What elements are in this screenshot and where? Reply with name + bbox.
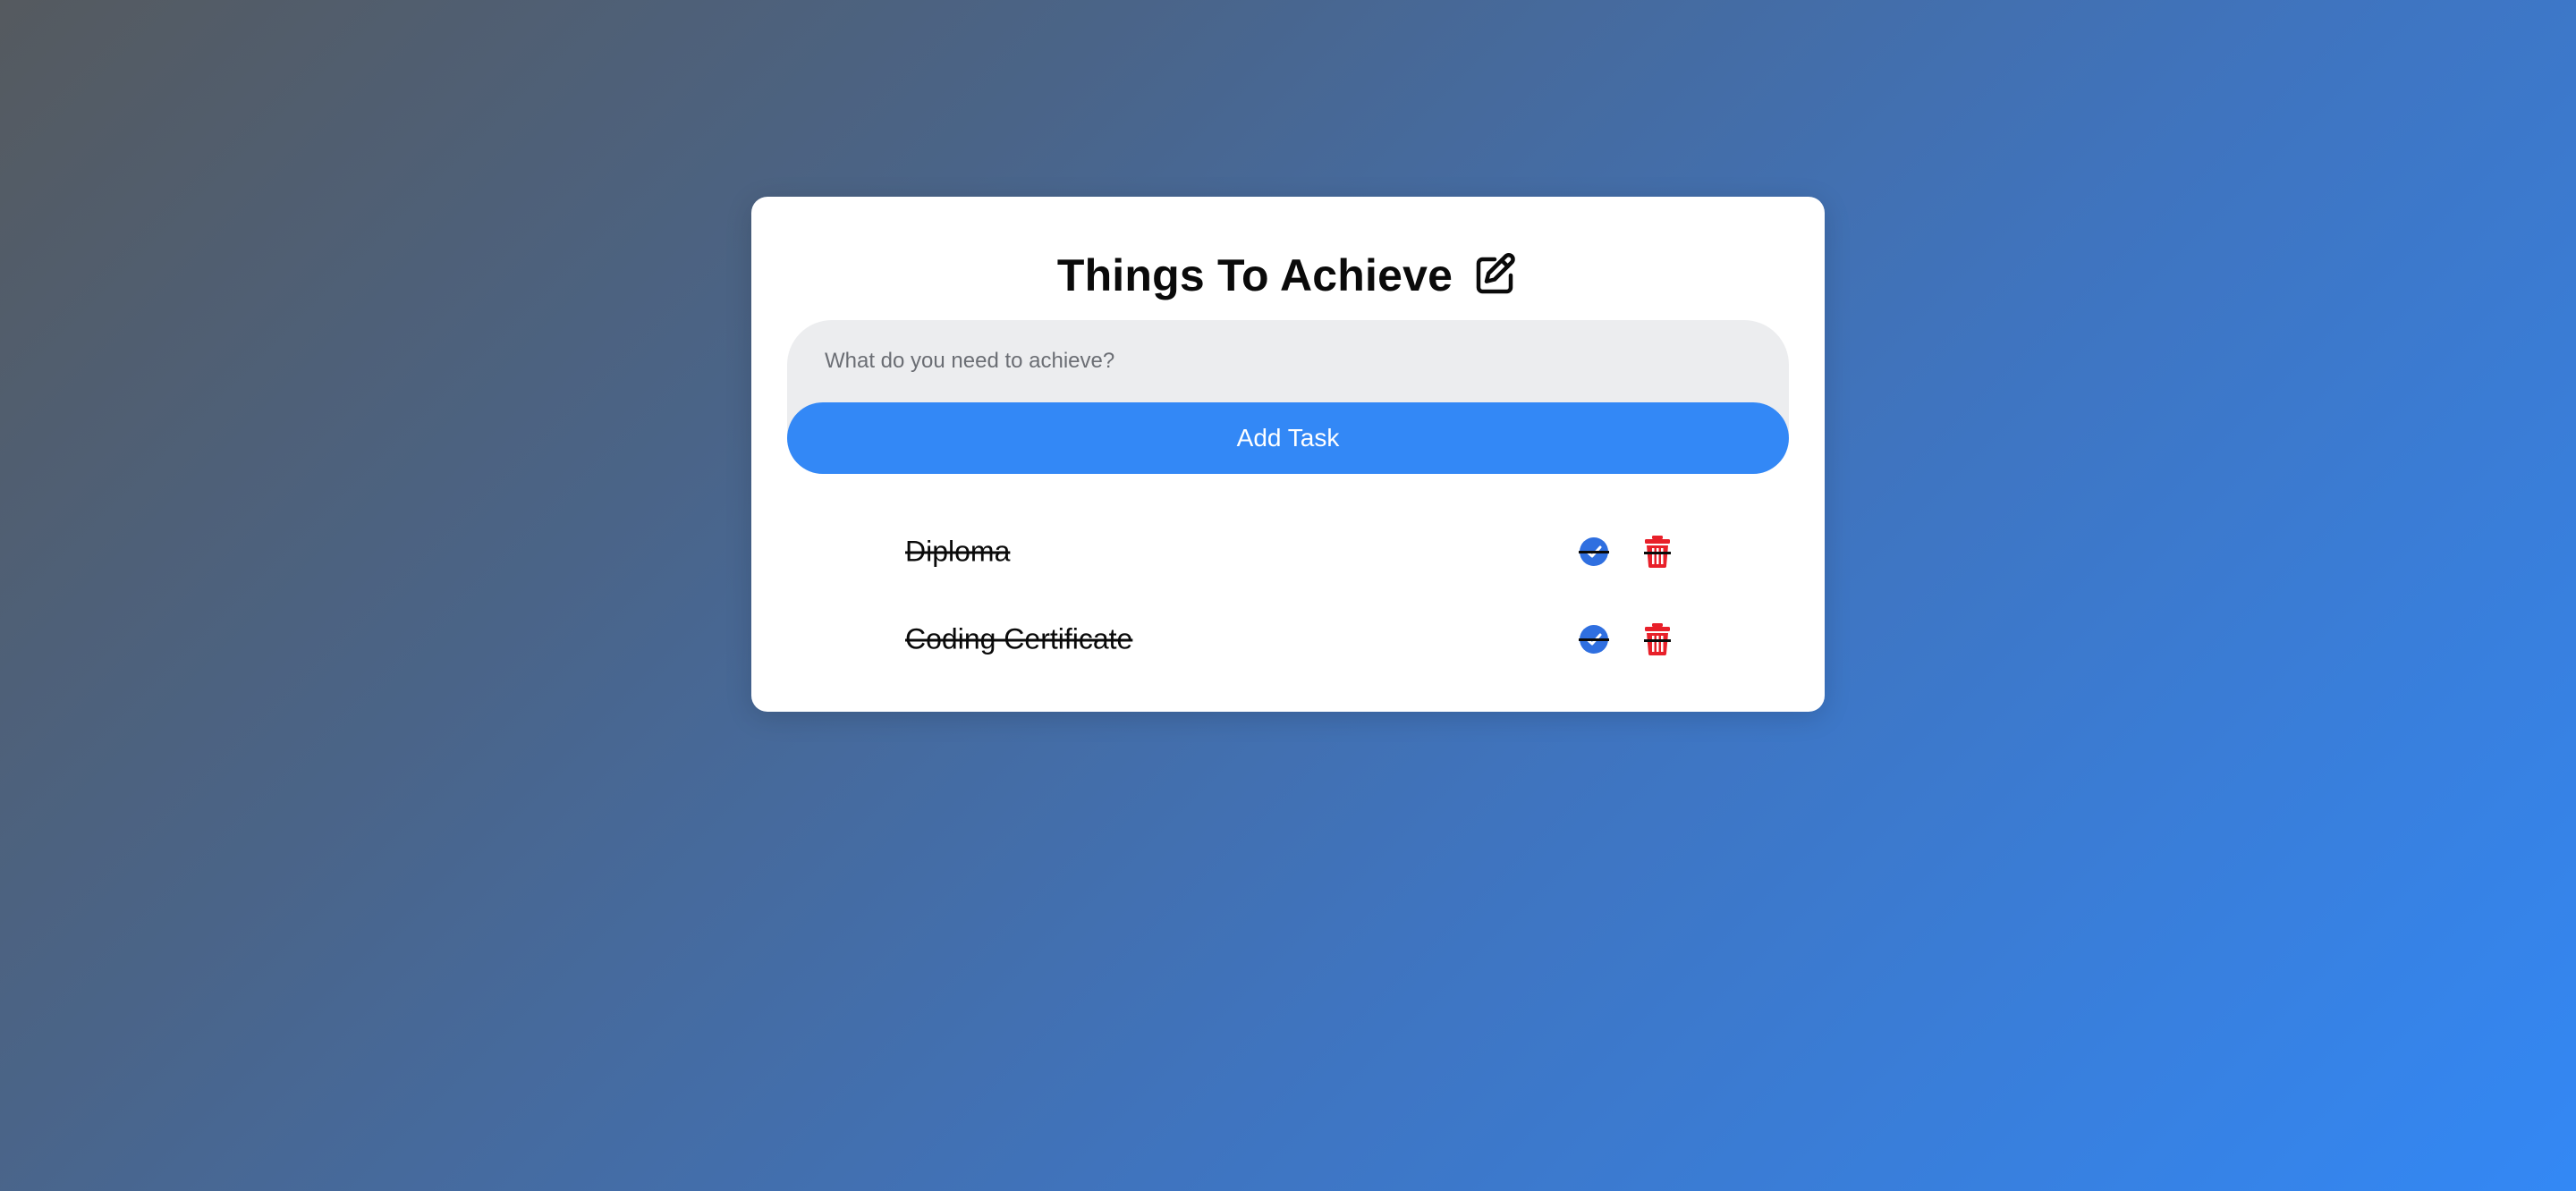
delete-task-button[interactable] <box>1640 621 1675 657</box>
edit-icon <box>1470 251 1519 300</box>
delete-task-button[interactable] <box>1640 534 1675 570</box>
task-list: Diploma Coding Certificate <box>751 508 1825 683</box>
list-item: Coding Certificate <box>751 596 1825 683</box>
trash-icon <box>1642 622 1673 656</box>
page-title: Things To Achieve <box>1056 250 1453 300</box>
complete-task-button[interactable] <box>1576 534 1612 570</box>
trash-icon <box>1642 535 1673 569</box>
task-text: Diploma <box>905 535 1011 568</box>
complete-task-button[interactable] <box>1576 621 1612 657</box>
list-item: Diploma <box>751 508 1825 596</box>
todo-card: Things To Achieve Add Task Diploma <box>751 197 1825 712</box>
check-circle-icon <box>1579 536 1609 567</box>
title-row: Things To Achieve <box>751 231 1825 320</box>
add-task-button[interactable]: Add Task <box>787 402 1789 474</box>
task-input[interactable] <box>823 338 1757 384</box>
task-text: Coding Certificate <box>905 622 1133 655</box>
check-circle-icon <box>1579 624 1609 655</box>
